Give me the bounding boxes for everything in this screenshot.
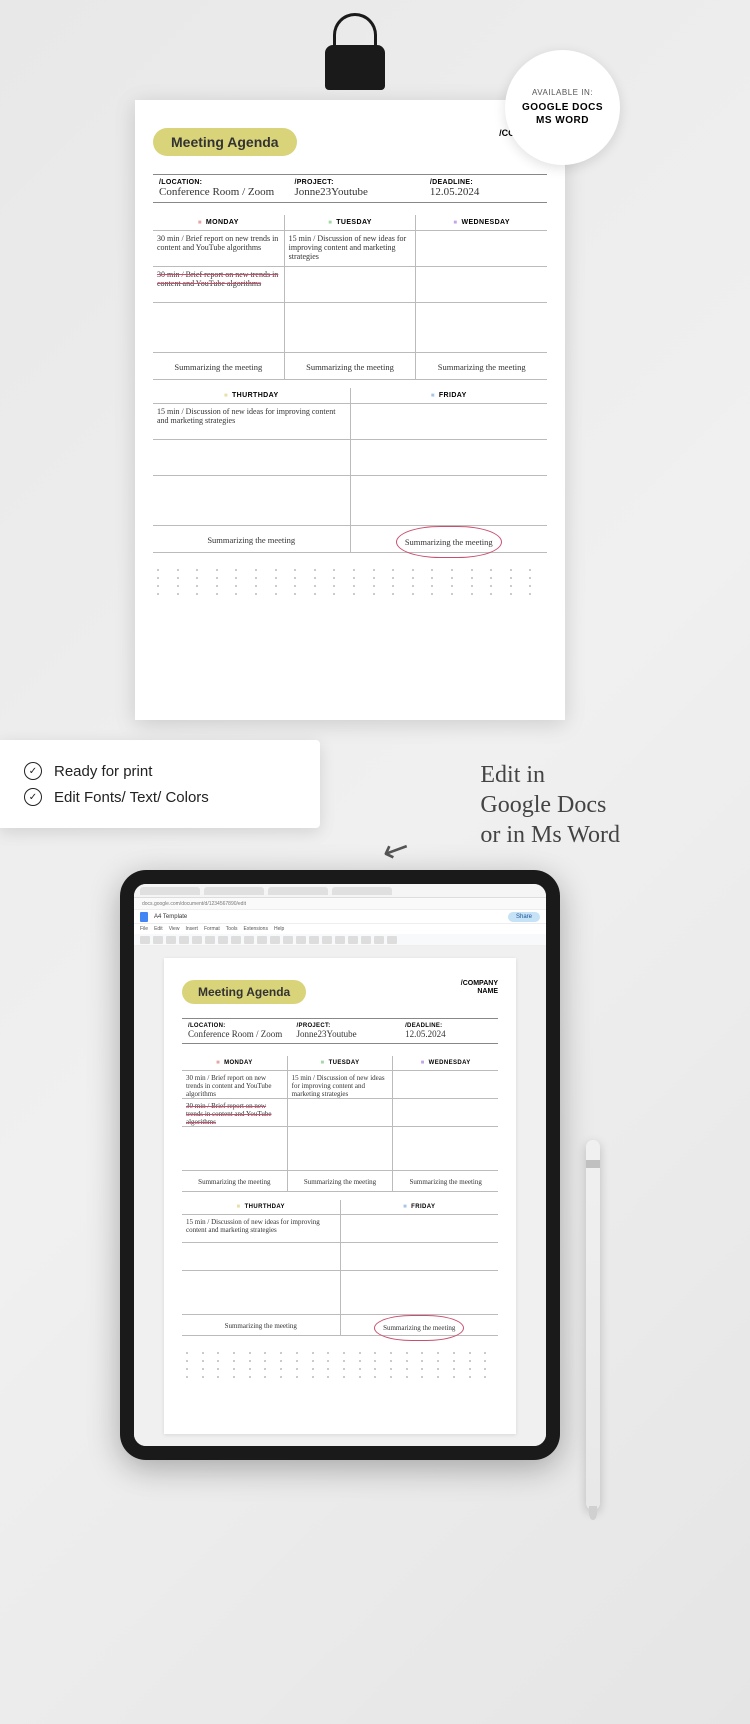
wed-summary: Summarizing the meeting <box>416 352 547 380</box>
feature-edit: ✓Edit Fonts/ Text/ Colors <box>24 784 296 810</box>
toolbar-button[interactable] <box>205 936 215 944</box>
paper-mockup: Meeting Agenda /COMPANY NAME /LOCATION:C… <box>135 100 565 720</box>
week-grid-2: THURTHDAY 15 min / Discussion of new ide… <box>153 388 547 553</box>
agenda-title-2: Meeting Agenda <box>182 980 306 1004</box>
browser-tab[interactable] <box>140 887 200 895</box>
deadline-label: /DEADLINE: <box>430 179 541 186</box>
arrow-icon: ↙ <box>376 826 416 872</box>
features-box: ✓Ready for print ✓Edit Fonts/ Text/ Colo… <box>0 740 320 828</box>
share-button[interactable]: Share <box>508 912 540 922</box>
toolbar-button[interactable] <box>192 936 202 944</box>
doc-title[interactable]: A4 Template <box>154 914 187 920</box>
toolbar-button[interactable] <box>257 936 267 944</box>
toolbar-button[interactable] <box>166 936 176 944</box>
browser-tabs-bar <box>134 884 546 898</box>
toolbar-button[interactable] <box>322 936 332 944</box>
binder-clip-decoration <box>325 45 385 135</box>
day-wednesday: WEDNESDAY <box>416 215 547 230</box>
toolbar-button[interactable] <box>231 936 241 944</box>
tue-row2 <box>285 266 416 302</box>
docs-menu-bar: File Edit View Insert Format Tools Extensions H… <box>134 924 546 934</box>
toolbar-button[interactable] <box>296 936 306 944</box>
day-thursday: THURTHDAY <box>153 388 350 403</box>
deadline-value: 12.05.2024 <box>430 186 541 198</box>
thu-summary: Summarizing the meeting <box>153 525 350 553</box>
docs-canvas[interactable]: Meeting Agenda /COMPANY NAME /LOCATION:C… <box>134 946 546 1446</box>
docs-toolbar <box>134 934 546 946</box>
wed-row1 <box>416 230 547 266</box>
location-label: /LOCATION: <box>159 179 282 186</box>
toolbar-button[interactable] <box>387 936 397 944</box>
meta-row: /LOCATION:Conference Room / Zoom /PROJEC… <box>153 174 547 203</box>
toolbar-button[interactable] <box>218 936 228 944</box>
company-name-2: /COMPANY NAME <box>461 980 498 997</box>
thu-row3 <box>153 475 350 525</box>
mon-row2: 30 min / Brief report on new trends in c… <box>153 266 284 302</box>
project-label: /PROJECT: <box>294 179 417 186</box>
toolbar-button[interactable] <box>140 936 150 944</box>
week-grid-1: MONDAY 30 min / Brief report on new tren… <box>153 215 547 380</box>
toolbar-button[interactable] <box>335 936 345 944</box>
toolbar-button[interactable] <box>283 936 293 944</box>
apple-pencil <box>586 1140 600 1510</box>
tue-row1: 15 min / Discussion of new ideas for imp… <box>285 230 416 266</box>
tablet-mockup: docs.google.com/document/d/1234567890/ed… <box>120 870 560 1460</box>
mon-summary: Summarizing the meeting <box>153 352 284 380</box>
menu-tools[interactable]: Tools <box>226 926 238 932</box>
agenda-title: Meeting Agenda <box>153 128 297 156</box>
menu-view[interactable]: View <box>169 926 180 932</box>
toolbar-button[interactable] <box>244 936 254 944</box>
menu-file[interactable]: File <box>140 926 148 932</box>
fri-row3 <box>351 475 548 525</box>
badge-apps-text: GOOGLE DOCS MS WORD <box>522 101 603 127</box>
menu-edit[interactable]: Edit <box>154 926 163 932</box>
browser-tab[interactable] <box>332 887 392 895</box>
toolbar-button[interactable] <box>348 936 358 944</box>
toolbar-button[interactable] <box>309 936 319 944</box>
tue-row3 <box>285 302 416 352</box>
thu-row2 <box>153 439 350 475</box>
browser-tab[interactable] <box>204 887 264 895</box>
check-icon: ✓ <box>24 788 42 806</box>
tablet-screen: docs.google.com/document/d/1234567890/ed… <box>134 884 546 1446</box>
toolbar-button[interactable] <box>361 936 371 944</box>
availability-badge: AVAILABLE IN: GOOGLE DOCS MS WORD <box>505 50 620 165</box>
feature-print: ✓Ready for print <box>24 758 296 784</box>
docs-header: A4 Template Share <box>134 910 546 924</box>
toolbar-button[interactable] <box>270 936 280 944</box>
toolbar-button[interactable] <box>153 936 163 944</box>
menu-extensions[interactable]: Extensions <box>243 926 267 932</box>
badge-available-label: AVAILABLE IN: <box>532 88 593 97</box>
url-bar[interactable]: docs.google.com/document/d/1234567890/ed… <box>134 898 546 910</box>
wed-row2 <box>416 266 547 302</box>
notes-dot-grid <box>153 565 547 599</box>
doc-page: Meeting Agenda /COMPANY NAME /LOCATION:C… <box>164 958 516 1434</box>
project-value: Jonne23Youtube <box>294 186 417 198</box>
mon-row1: 30 min / Brief report on new trends in c… <box>153 230 284 266</box>
menu-format[interactable]: Format <box>204 926 220 932</box>
toolbar-button[interactable] <box>374 936 384 944</box>
tue-summary: Summarizing the meeting <box>285 352 416 380</box>
fri-row1 <box>351 403 548 439</box>
check-icon: ✓ <box>24 762 42 780</box>
mon-row3 <box>153 302 284 352</box>
wed-row3 <box>416 302 547 352</box>
thu-row1: 15 min / Discussion of new ideas for imp… <box>153 403 350 439</box>
toolbar-button[interactable] <box>179 936 189 944</box>
day-friday: FRIDAY <box>351 388 548 403</box>
location-value: Conference Room / Zoom <box>159 186 282 198</box>
menu-help[interactable]: Help <box>274 926 284 932</box>
google-docs-icon[interactable] <box>140 912 148 922</box>
day-tuesday: TUESDAY <box>285 215 416 230</box>
fri-summary: Summarizing the meeting <box>351 525 548 553</box>
browser-tab[interactable] <box>268 887 328 895</box>
handwritten-callout: Edit in Google Docs or in Ms Word <box>480 760 620 850</box>
day-monday: MONDAY <box>153 215 284 230</box>
menu-insert[interactable]: Insert <box>185 926 198 932</box>
fri-row2 <box>351 439 548 475</box>
url-text: docs.google.com/document/d/1234567890/ed… <box>142 901 246 907</box>
